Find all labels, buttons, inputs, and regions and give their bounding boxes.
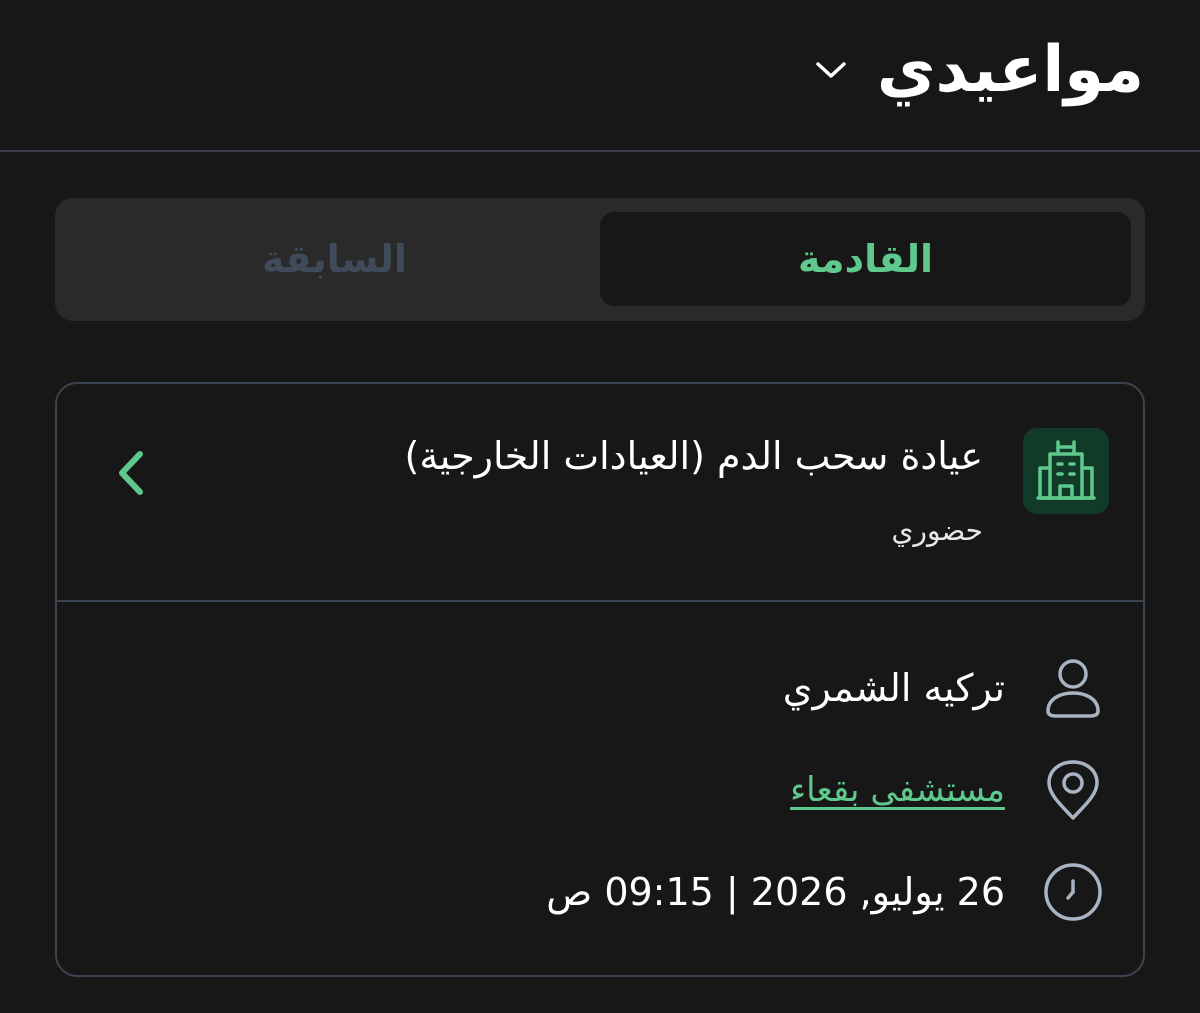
datetime-row: 26 يوليو, 2026 | 09:15 ص (546, 860, 1105, 924)
appointment-card[interactable]: عيادة سحب الدم (العيادات الخارجية) حضوري… (55, 382, 1145, 977)
tab-past[interactable]: السابقة (69, 212, 600, 306)
doctor-row: تركيه الشمري (783, 656, 1105, 720)
visit-type: حضوري (891, 514, 984, 547)
header: مواعيدي (0, 0, 1200, 152)
chevron-down-icon[interactable] (813, 52, 849, 88)
clock-icon (1041, 860, 1105, 924)
appointment-datetime: 26 يوليو, 2026 | 09:15 ص (546, 870, 1005, 914)
doctor-name: تركيه الشمري (782, 666, 1005, 710)
title-dropdown[interactable]: مواعيدي (813, 28, 1144, 112)
appointment-card-header[interactable]: عيادة سحب الدم (العيادات الخارجية) حضوري (57, 384, 1143, 602)
location-link[interactable]: مستشفى بقعاء (790, 770, 1005, 810)
person-icon (1041, 656, 1105, 720)
appointments-tabs: القادمة السابقة (55, 198, 1145, 321)
location-row: مستشفى بقعاء (790, 758, 1105, 822)
appointments-screen: مواعيدي القادمة السابقة عيادة سحب الدم (… (0, 0, 1200, 1013)
tab-upcoming[interactable]: القادمة (600, 212, 1131, 306)
location-pin-icon (1041, 758, 1105, 822)
page-title: مواعيدي (876, 33, 1144, 107)
clinic-name: عيادة سحب الدم (العيادات الخارجية) (404, 434, 984, 478)
chevron-left-icon[interactable] (113, 448, 149, 498)
hospital-building-icon (1023, 428, 1109, 514)
